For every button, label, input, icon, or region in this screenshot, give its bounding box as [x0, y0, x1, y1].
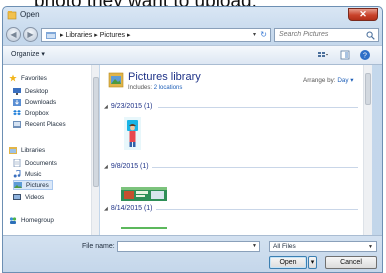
help-icon[interactable]: ? [359, 49, 371, 61]
dropbox-icon [13, 110, 21, 116]
desktop-icon [13, 88, 21, 95]
navigation-pane: Favorites Desktop Downloads Dropbox Rece… [3, 65, 99, 235]
command-bar: Organize ▾ ? [3, 45, 382, 65]
downloads-icon [13, 99, 21, 106]
search-icon[interactable] [366, 31, 375, 40]
group-header[interactable]: ◢ 9/23/2015 (1) [104, 103, 153, 110]
sidebar-libraries[interactable]: Libraries [9, 145, 45, 155]
address-dropdown-icon[interactable]: ▾ [253, 31, 256, 38]
library-title: Pictures library [128, 71, 201, 83]
library-locations-link[interactable]: 2 locations [154, 85, 183, 91]
window-title: Open [20, 10, 40, 19]
sidebar-favorites[interactable]: Favorites [9, 73, 47, 83]
group-header[interactable]: ◢ 9/8/2015 (1) [104, 163, 149, 170]
sidebar-item-documents[interactable]: Documents [13, 158, 57, 168]
open-button[interactable]: Open [269, 256, 307, 269]
title-bar: Open ✕ [3, 7, 382, 24]
address-bar[interactable]: ▸ Libraries ▸ Pictures ▸ ▾ ↻ [41, 28, 271, 42]
file-thumbnail[interactable] [121, 227, 167, 235]
file-type-select[interactable]: All Files ▼ [269, 241, 377, 252]
address-row: ◀ ▶ ▸ Libraries ▸ Pictures ▸ ▾ ↻ [3, 25, 382, 45]
libraries-icon [9, 147, 17, 154]
arrange-by-dropdown[interactable]: Day ▾ [337, 77, 353, 84]
dialog-footer: File name: ▼ All Files ▼ Open ▾ Cancel [3, 235, 382, 272]
sidebar-item-recent-places[interactable]: Recent Places [13, 119, 66, 129]
pictures-library-icon [108, 72, 124, 88]
documents-icon [13, 159, 21, 167]
collapse-icon[interactable]: ◢ [104, 206, 108, 212]
sidebar-scrollbar[interactable] [91, 65, 99, 235]
sidebar-homegroup[interactable]: Homegroup [9, 215, 54, 225]
sidebar-item-videos[interactable]: Videos [13, 192, 44, 202]
sidebar-item-desktop[interactable]: Desktop [13, 86, 48, 96]
group-divider [158, 107, 358, 108]
search-input[interactable] [279, 31, 367, 38]
file-thumbnail[interactable] [121, 187, 167, 201]
close-button[interactable]: ✕ [348, 8, 378, 21]
filename-input[interactable] [117, 241, 260, 252]
file-list-pane: Pictures library Includes: 2 locations A… [100, 65, 372, 235]
recent-places-icon [13, 121, 21, 128]
refresh-icon[interactable]: ↻ [260, 30, 267, 39]
file-thumbnail[interactable] [124, 117, 141, 150]
app-icon [7, 11, 17, 20]
forward-arrow-icon: ▶ [27, 30, 34, 39]
cancel-button[interactable]: Cancel [325, 256, 377, 269]
group-divider [156, 209, 358, 210]
library-folder-icon [46, 32, 56, 39]
close-icon: ✕ [359, 9, 367, 19]
music-icon [13, 170, 21, 178]
homegroup-icon [9, 217, 17, 224]
group-header[interactable]: ◢ 8/14/2015 (1) [104, 205, 153, 212]
back-arrow-icon: ◀ [10, 30, 17, 39]
svg-text:?: ? [363, 53, 367, 60]
organize-button[interactable]: Organize ▾ [11, 50, 45, 58]
collapse-icon[interactable]: ◢ [104, 104, 108, 110]
library-includes: Includes: 2 locations [128, 85, 183, 91]
star-icon [9, 74, 17, 82]
pictures-icon [14, 182, 22, 188]
arrange-by: Arrange by: Day ▾ [303, 77, 354, 84]
sidebar-item-dropbox[interactable]: Dropbox [13, 108, 49, 118]
chevron-down-icon: ▼ [368, 244, 373, 250]
open-dialog: Open ✕ ◀ ▶ ▸ Libraries ▸ Pictures ▸ ▾ ↻ [2, 6, 383, 273]
sidebar-item-downloads[interactable]: Downloads [13, 97, 56, 107]
file-type-value: All Files [273, 243, 296, 250]
group-divider [152, 167, 358, 168]
back-button[interactable]: ◀ [6, 27, 21, 42]
collapse-icon[interactable]: ◢ [104, 164, 108, 170]
videos-icon [13, 194, 21, 200]
breadcrumb[interactable]: ▸ Libraries ▸ Pictures ▸ [60, 31, 130, 39]
file-list-scroll-thumb[interactable] [365, 73, 371, 105]
sidebar-scroll-thumb[interactable] [93, 77, 99, 187]
sidebar-item-music[interactable]: Music [13, 169, 41, 179]
forward-button[interactable]: ▶ [23, 27, 38, 42]
preview-pane-icon[interactable] [339, 49, 351, 61]
filename-dropdown-icon[interactable]: ▼ [252, 243, 257, 249]
file-list-scrollbar[interactable] [363, 65, 372, 235]
filename-label: File name: [82, 243, 115, 250]
search-box[interactable] [274, 28, 379, 42]
open-options-button[interactable]: ▾ [308, 256, 317, 269]
change-view-icon[interactable] [316, 49, 328, 61]
sidebar-item-pictures[interactable]: Pictures [13, 180, 53, 190]
